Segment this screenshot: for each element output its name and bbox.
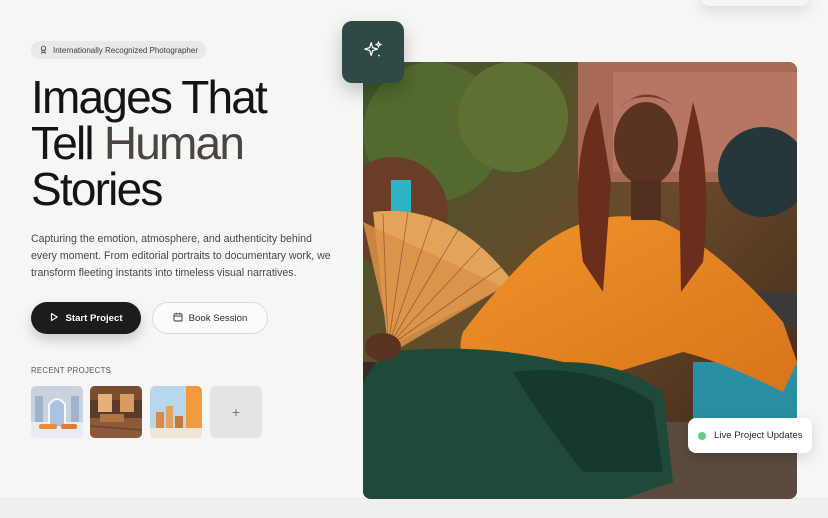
live-updates-pill[interactable]: Live Project Updates [688, 418, 812, 453]
sparkles-tile [342, 21, 404, 83]
headline-line-3: Stories [31, 163, 163, 215]
award-icon [39, 45, 48, 56]
floating-card-edge [700, 0, 810, 6]
start-project-button[interactable]: Start Project [31, 302, 141, 334]
recognition-badge: Internationally Recognized Photographer [31, 41, 206, 59]
badge-label: Internationally Recognized Photographer [53, 45, 198, 55]
headline-word-tell: Tell [31, 117, 104, 169]
recent-projects-label: RECENT PROJECTS [31, 366, 112, 375]
live-updates-label: Live Project Updates [714, 430, 803, 441]
project-thumbnail-3[interactable] [150, 386, 202, 438]
live-status-dot [698, 431, 706, 440]
book-session-button[interactable]: Book Session [152, 302, 268, 334]
next-section-edge [0, 498, 828, 518]
project-thumbnail-1[interactable] [31, 386, 83, 438]
headline-line-2: Tell Human [31, 120, 341, 166]
project-thumbnail-2[interactable] [90, 386, 142, 438]
start-project-label: Start Project [65, 312, 123, 324]
calendar-icon [173, 312, 183, 325]
hero-description: Capturing the emotion, atmosphere, and a… [31, 233, 331, 279]
headline-word-human: Human [103, 117, 245, 169]
sparkles-icon [362, 39, 384, 66]
page-headline: Images That Tell Human Stories [31, 74, 341, 212]
book-session-label: Book Session [188, 312, 248, 324]
add-project-button[interactable]: + [210, 386, 262, 438]
play-icon [49, 312, 59, 325]
plus-icon: + [231, 404, 241, 420]
headline-line-1: Images That [31, 71, 268, 123]
